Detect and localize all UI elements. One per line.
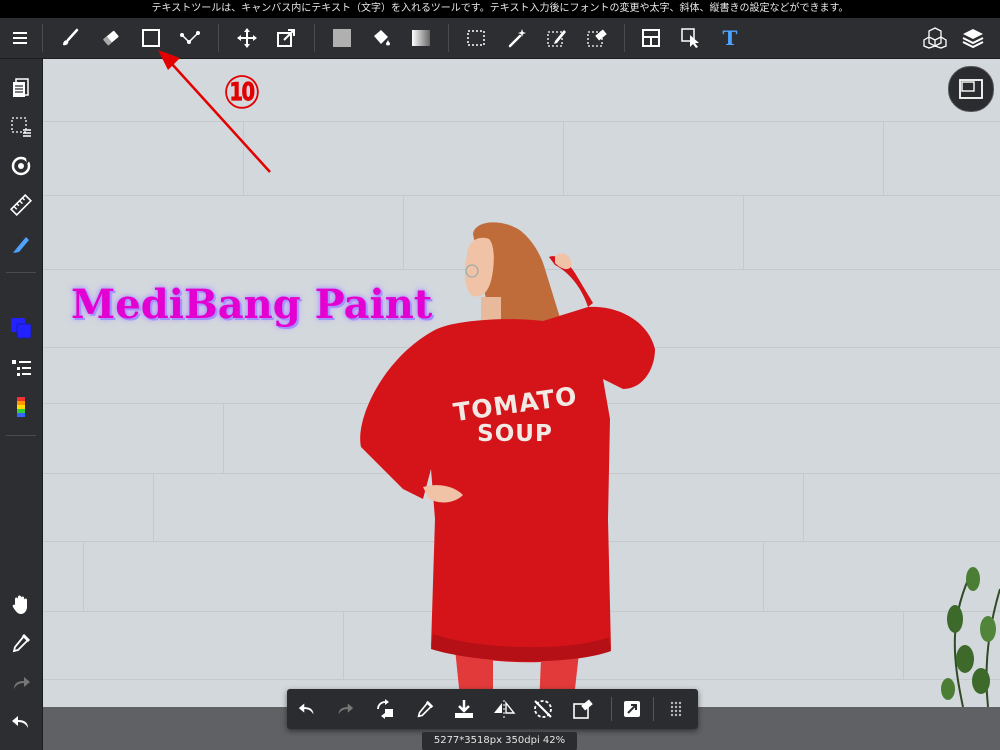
palette-button[interactable] bbox=[6, 392, 36, 422]
canvas-area[interactable]: TOMATO SOUP MediBang Paint bbox=[43, 59, 1000, 750]
rectangle-shape-icon bbox=[142, 29, 160, 47]
rotate-button[interactable] bbox=[6, 151, 36, 181]
sidebar-eyedropper-button[interactable] bbox=[6, 628, 36, 658]
flip-horizontal-button[interactable] bbox=[490, 695, 518, 723]
canvas-overlay-text[interactable]: MediBang Paint bbox=[71, 281, 432, 328]
move-icon bbox=[237, 28, 257, 48]
sweatshirt-text-line2: SOUP bbox=[477, 421, 553, 447]
color-button[interactable] bbox=[6, 313, 36, 343]
ruler-icon bbox=[10, 194, 32, 216]
move-tool-button[interactable] bbox=[233, 24, 261, 52]
page-button[interactable] bbox=[6, 73, 36, 103]
transform-layer-icon bbox=[377, 699, 393, 719]
layer-list-button[interactable] bbox=[6, 353, 36, 383]
save-download-icon bbox=[455, 700, 473, 718]
more-button[interactable] bbox=[662, 695, 690, 723]
clear-button[interactable] bbox=[569, 695, 597, 723]
magic-wand-icon bbox=[508, 29, 526, 48]
magic-wand-button[interactable] bbox=[503, 24, 531, 52]
eyedropper-button[interactable] bbox=[411, 695, 439, 723]
color-icon bbox=[11, 318, 32, 339]
more-icon bbox=[670, 701, 682, 717]
fullscreen-button[interactable] bbox=[618, 695, 646, 723]
pen-tool-button[interactable] bbox=[6, 229, 36, 259]
text-tool-icon: T bbox=[722, 26, 738, 50]
divide-icon bbox=[642, 29, 660, 47]
select-icon bbox=[467, 30, 485, 46]
tool-hint-text: テキストツールは、キャンバス内にテキスト（文字）を入れるツールです。テキスト入力… bbox=[151, 3, 849, 14]
layers-icon bbox=[962, 29, 984, 49]
gradient-icon bbox=[412, 30, 430, 46]
select-tool-button[interactable] bbox=[462, 24, 490, 52]
operation-tool-button[interactable] bbox=[677, 24, 705, 52]
palette-icon bbox=[17, 397, 25, 417]
transform-icon bbox=[277, 29, 295, 47]
curve-line-icon bbox=[180, 31, 200, 44]
brush-tool-button[interactable] bbox=[56, 24, 84, 52]
transform-tool-button[interactable] bbox=[272, 24, 300, 52]
left-sidebar bbox=[0, 59, 43, 750]
bottom-toolbar bbox=[287, 689, 698, 729]
undo-icon bbox=[12, 716, 28, 728]
text-tool-button[interactable]: T bbox=[716, 24, 744, 52]
eraser-tool-button[interactable] bbox=[97, 24, 125, 52]
select-pen-button[interactable] bbox=[543, 24, 571, 52]
bucket-tool-button[interactable] bbox=[367, 24, 395, 52]
divide-tool-button[interactable] bbox=[637, 24, 665, 52]
selection-list-button[interactable] bbox=[6, 112, 36, 142]
fill-color-icon bbox=[333, 29, 351, 47]
canvas-image[interactable]: TOMATO SOUP MediBang Paint bbox=[43, 59, 1000, 707]
ruler-button[interactable] bbox=[6, 190, 36, 220]
selection-list-icon bbox=[11, 117, 31, 137]
select-eraser-button[interactable] bbox=[583, 24, 611, 52]
photo-woman-figure bbox=[360, 222, 1000, 707]
curve-tool-button[interactable] bbox=[176, 24, 204, 52]
flip-horizontal-icon bbox=[494, 700, 516, 718]
top-toolbar: T bbox=[0, 18, 1000, 59]
tool-hint-bar: テキストツールは、キャンバス内にテキスト（文字）を入れるツールです。テキスト入力… bbox=[0, 0, 1000, 18]
canvas-size-info: 5277*3518px 350dpi 42% bbox=[422, 732, 577, 750]
eraser-icon bbox=[103, 30, 119, 46]
shape-tool-button[interactable] bbox=[137, 24, 165, 52]
redo-icon bbox=[14, 677, 30, 689]
menu-icon bbox=[13, 32, 27, 44]
no-rotate-icon bbox=[534, 700, 552, 718]
clear-icon bbox=[573, 699, 593, 719]
material-icon bbox=[923, 27, 947, 49]
layers-button[interactable] bbox=[959, 24, 987, 52]
hand-icon bbox=[12, 595, 27, 614]
navigator-button[interactable] bbox=[948, 66, 994, 112]
reset-rotation-button[interactable] bbox=[529, 695, 557, 723]
select-pen-icon bbox=[547, 30, 566, 47]
rotate-icon bbox=[11, 156, 31, 176]
sidebar-redo-button[interactable] bbox=[6, 668, 36, 698]
fullscreen-icon bbox=[624, 701, 640, 717]
material-button[interactable] bbox=[921, 24, 949, 52]
eyedropper-icon bbox=[12, 633, 31, 653]
eyedropper-icon bbox=[417, 700, 434, 718]
redo-icon bbox=[338, 703, 354, 715]
page-icon bbox=[13, 78, 29, 97]
hand-tool-button[interactable] bbox=[6, 589, 36, 619]
menu-button[interactable] bbox=[6, 24, 34, 52]
select-eraser-icon bbox=[587, 29, 607, 47]
sidebar-undo-button[interactable] bbox=[6, 707, 36, 737]
save-button[interactable] bbox=[450, 695, 478, 723]
navigator-icon bbox=[959, 79, 983, 99]
brush-icon bbox=[63, 28, 79, 46]
transform-layer-button[interactable] bbox=[371, 695, 399, 723]
undo-button[interactable] bbox=[293, 695, 321, 723]
pen-tool-icon bbox=[13, 237, 29, 253]
bucket-icon bbox=[374, 30, 390, 46]
undo-icon bbox=[298, 703, 314, 715]
redo-button[interactable] bbox=[331, 695, 359, 723]
gradient-tool-button[interactable] bbox=[407, 24, 435, 52]
annotation-number: ⑩ bbox=[222, 65, 262, 119]
layer-list-icon bbox=[12, 360, 31, 376]
fill-color-button[interactable] bbox=[328, 24, 356, 52]
operation-icon bbox=[681, 28, 699, 48]
